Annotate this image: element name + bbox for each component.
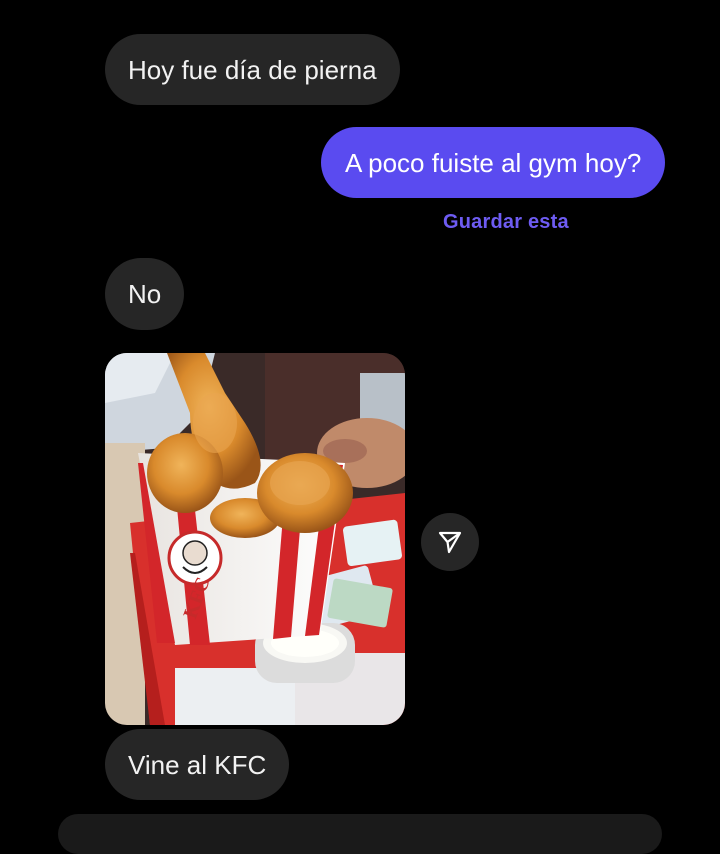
- message-bubble-received[interactable]: Vine al KFC: [105, 729, 290, 800]
- message-bubble-received[interactable]: No: [105, 258, 185, 330]
- message-text: Hoy fue día de pierna: [128, 54, 377, 85]
- message-composer[interactable]: [58, 814, 662, 854]
- save-message-link[interactable]: Guardar esta: [443, 211, 569, 234]
- share-button[interactable]: [421, 513, 479, 571]
- chat-screen: { "conversation": { "messages": [ { "tex…: [0, 0, 720, 854]
- kfc-bucket-photo: KFC: [105, 353, 405, 725]
- message-text: No: [128, 279, 162, 309]
- message-bubble-received[interactable]: Hoy fue día de pierna: [105, 34, 400, 105]
- message-bubble-sent[interactable]: A poco fuiste al gym hoy?: [321, 127, 666, 198]
- message-text: Vine al KFC: [128, 749, 267, 780]
- photo-message[interactable]: KFC: [105, 353, 405, 725]
- message-text: A poco fuiste al gym hoy?: [345, 147, 642, 178]
- paper-plane-icon: [438, 531, 462, 554]
